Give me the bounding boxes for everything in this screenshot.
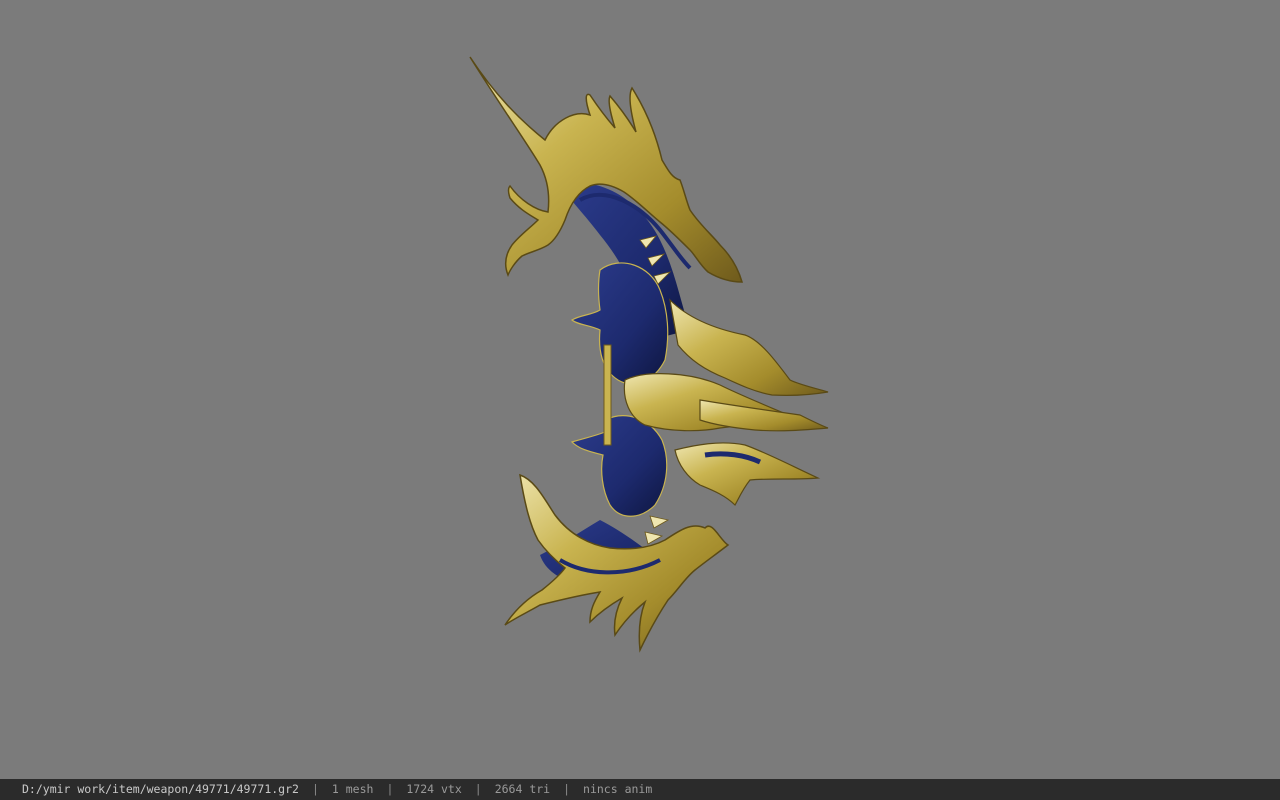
separator: | — [311, 782, 319, 796]
anim-status-label: nincs anim — [583, 782, 653, 796]
file-path-label: D:/ymir work/item/weapon/49771/49771.gr2 — [22, 782, 299, 796]
mesh-count-label: 1 mesh — [331, 782, 374, 796]
grip-upper — [570, 262, 669, 385]
separator: | — [474, 782, 482, 796]
right-blade-lower — [674, 442, 821, 506]
grip-lower — [570, 415, 668, 517]
separator: | — [386, 782, 394, 796]
bowstring — [603, 344, 612, 446]
separator: | — [563, 782, 571, 796]
vertex-count-label: 1724 vtx — [406, 782, 462, 796]
3d-viewport[interactable] — [0, 0, 1280, 779]
triangle-count-label: 2664 tri — [494, 782, 551, 796]
upper-limb-gold — [469, 56, 743, 283]
status-bar: D:/ymir work/item/weapon/49771/49771.gr2… — [0, 779, 1280, 800]
bow-model — [469, 56, 829, 653]
